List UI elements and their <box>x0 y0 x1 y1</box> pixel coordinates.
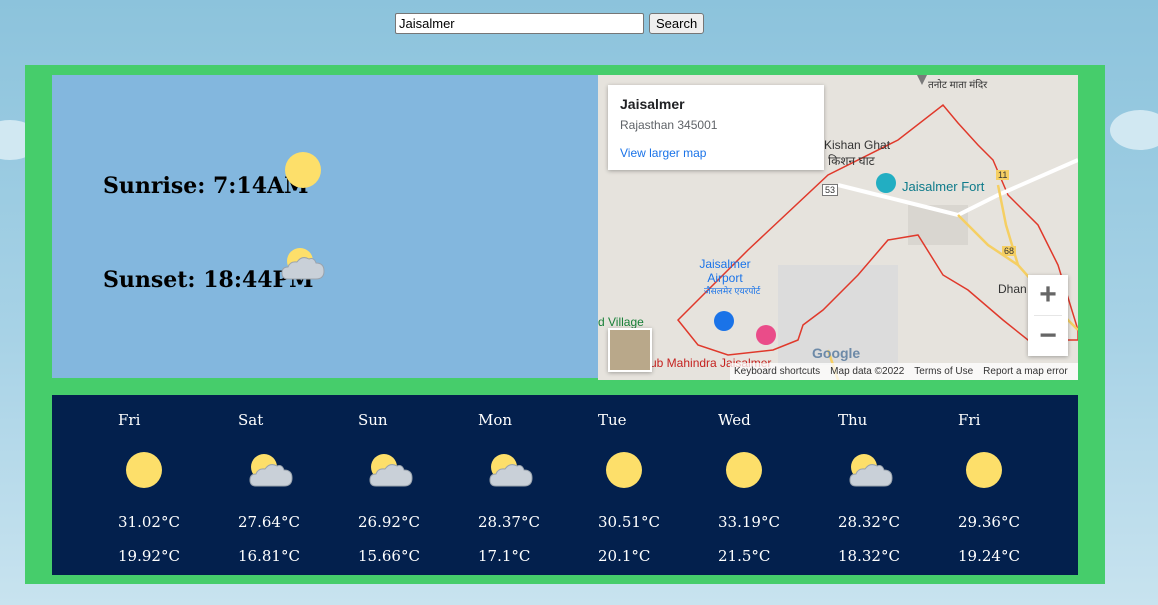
forecast-day-name: Thu <box>838 411 868 429</box>
satellite-toggle-button[interactable] <box>608 328 652 372</box>
map-label-temple: तनोट माता मंदिर <box>928 80 988 91</box>
map-label-dhan: Dhan <box>998 282 1027 296</box>
forecast-max-temp: 29.36°C <box>958 513 1020 531</box>
place-title: Jaisalmer <box>620 96 685 112</box>
forecast-max-temp: 30.51°C <box>598 513 660 531</box>
city-search-input[interactable] <box>395 13 644 34</box>
sun-times-panel: Sunrise: 7:14AM Sunset: 18:44PM <box>52 75 598 378</box>
report-map-error-link[interactable]: Report a map error <box>983 366 1067 377</box>
forecast-min-temp: 19.24°C <box>958 547 1020 565</box>
background-cloud <box>1110 110 1158 150</box>
forecast-day-name: Fri <box>118 411 141 429</box>
road-shield-68: 68 <box>1002 246 1017 256</box>
search-bar: Search <box>395 13 705 34</box>
map-label-fort: Jaisalmer Fort <box>902 179 985 194</box>
google-logo: Google <box>812 345 861 361</box>
forecast-day-name: Sun <box>358 411 388 429</box>
view-larger-map-link[interactable]: View larger map <box>620 146 706 160</box>
zoom-controls: + − <box>1028 275 1068 356</box>
forecast-min-temp: 17.1°C <box>478 547 531 565</box>
forecast-min-temp: 20.1°C <box>598 547 651 565</box>
map-data-attribution: Map data ©2022 <box>830 366 905 377</box>
forecast-max-temp: 28.37°C <box>478 513 540 531</box>
sun-icon <box>124 450 164 490</box>
map-label-airport-hindi: जैसलमेर एयरपोर्ट <box>704 286 761 296</box>
partly-cloudy-icon <box>281 248 325 280</box>
road-shield-11: 11 <box>996 170 1010 180</box>
partly-cloudy-icon <box>844 450 893 490</box>
sun-icon <box>285 152 321 188</box>
map-label-village: d Village <box>598 315 644 329</box>
partly-cloudy-icon <box>484 450 533 490</box>
forecast-min-temp: 16.81°C <box>238 547 300 565</box>
forecast-panel: Fri 31.02°C 19.92°C Sat 27.64°C 16.81°C Sun 26.… <box>52 395 1078 575</box>
forecast-min-temp: 19.92°C <box>118 547 180 565</box>
keyboard-shortcuts-link[interactable]: Keyboard shortcuts <box>734 366 820 377</box>
forecast-day-name: Wed <box>718 411 751 429</box>
sunrise-label: Sunrise: 7:14AM <box>103 173 309 199</box>
forecast-day-name: Sat <box>238 411 264 429</box>
forecast-max-temp: 26.92°C <box>358 513 420 531</box>
zoom-in-button[interactable]: + <box>1028 275 1068 315</box>
map-label-kishan-ghat-hindi: किशन घाट <box>828 154 875 168</box>
sun-icon <box>724 450 764 490</box>
forecast-min-temp: 21.5°C <box>718 547 771 565</box>
partly-cloudy-icon <box>244 450 293 490</box>
map-footer: Keyboard shortcuts Map data ©2022 Terms … <box>730 363 1078 380</box>
road-shield-53: 53 <box>822 184 839 196</box>
sun-icon <box>964 450 1004 490</box>
sun-icon <box>604 450 644 490</box>
forecast-max-temp: 33.19°C <box>718 513 780 531</box>
embedded-map[interactable]: तनोट माता मंदिर Kishan Ghat किशन घाट Jai… <box>598 75 1078 380</box>
place-info-card: Jaisalmer Rajasthan 345001 View larger m… <box>608 85 824 170</box>
forecast-min-temp: 15.66°C <box>358 547 420 565</box>
forecast-day-name: Tue <box>598 411 627 429</box>
zoom-out-button[interactable]: − <box>1028 316 1068 356</box>
partly-cloudy-icon <box>364 450 413 490</box>
map-label-kishan-ghat: Kishan Ghat <box>824 138 891 152</box>
forecast-max-temp: 31.02°C <box>118 513 180 531</box>
forecast-max-temp: 28.32°C <box>838 513 900 531</box>
forecast-max-temp: 27.64°C <box>238 513 300 531</box>
terms-of-use-link[interactable]: Terms of Use <box>914 366 973 377</box>
map-label-airport: Jaisalmer Airport <box>699 257 751 285</box>
place-address: Rajasthan 345001 <box>620 118 718 132</box>
forecast-min-temp: 18.32°C <box>838 547 900 565</box>
forecast-day-name: Mon <box>478 411 513 429</box>
search-button[interactable]: Search <box>649 13 705 34</box>
forecast-day-name: Fri <box>958 411 981 429</box>
